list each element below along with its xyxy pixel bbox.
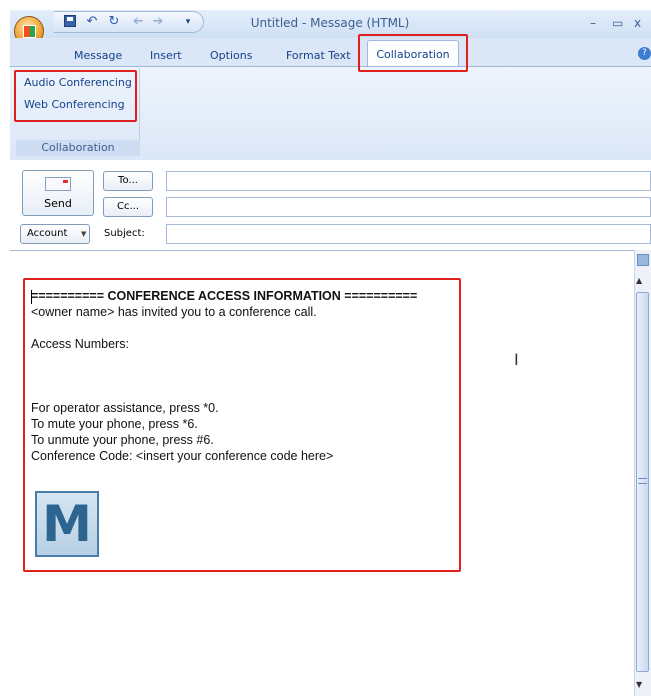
send-label: Send — [44, 197, 72, 210]
send-button[interactable]: Send — [22, 170, 94, 216]
subject-field[interactable] — [166, 224, 651, 244]
customize-icon[interactable]: ▾ — [180, 15, 196, 29]
maximize-button[interactable]: ▭ — [612, 16, 623, 30]
minimize-button[interactable]: – — [590, 16, 596, 30]
subject-label: Subject: — [104, 228, 145, 239]
scroll-grip-icon — [638, 478, 647, 484]
split-view-icon[interactable] — [637, 254, 649, 266]
tab-insert[interactable]: Insert — [150, 49, 182, 62]
tab-options[interactable]: Options — [210, 49, 252, 62]
quick-access-toolbar: ↶ ↻ ➔ ➔ ▾ — [54, 11, 204, 33]
i-beam-cursor-icon: I — [514, 350, 519, 369]
scroll-up-button[interactable]: ▲ — [636, 276, 642, 285]
to-button[interactable]: To... — [103, 171, 153, 191]
undo-icon[interactable]: ↶ — [84, 15, 100, 29]
cc-button[interactable]: Cc... — [103, 197, 153, 217]
highlight-collaboration-tab — [358, 34, 468, 72]
save-icon[interactable] — [64, 15, 80, 29]
window-title: Untitled - Message (HTML) — [250, 16, 410, 30]
next-icon[interactable]: ➔ — [150, 15, 166, 29]
cc-field[interactable] — [166, 197, 651, 217]
group-label: Collaboration — [16, 140, 140, 156]
help-icon[interactable]: ? — [638, 47, 651, 60]
to-field[interactable] — [166, 171, 651, 191]
redo-icon[interactable]: ↻ — [106, 15, 122, 29]
close-button[interactable]: x — [634, 16, 641, 30]
highlight-conferencing-buttons — [14, 70, 137, 122]
tab-format-text[interactable]: Format Text — [286, 49, 351, 62]
account-button[interactable]: Account ▼ — [20, 224, 90, 244]
chevron-down-icon: ▼ — [81, 230, 87, 238]
highlight-conference-info — [23, 278, 461, 572]
office-logo-icon — [23, 25, 36, 38]
account-label: Account — [27, 228, 68, 239]
previous-icon[interactable]: ➔ — [130, 14, 146, 29]
scroll-down-button[interactable]: ▼ — [636, 680, 642, 689]
tab-message[interactable]: Message — [74, 49, 122, 62]
send-envelope-icon — [45, 177, 71, 191]
